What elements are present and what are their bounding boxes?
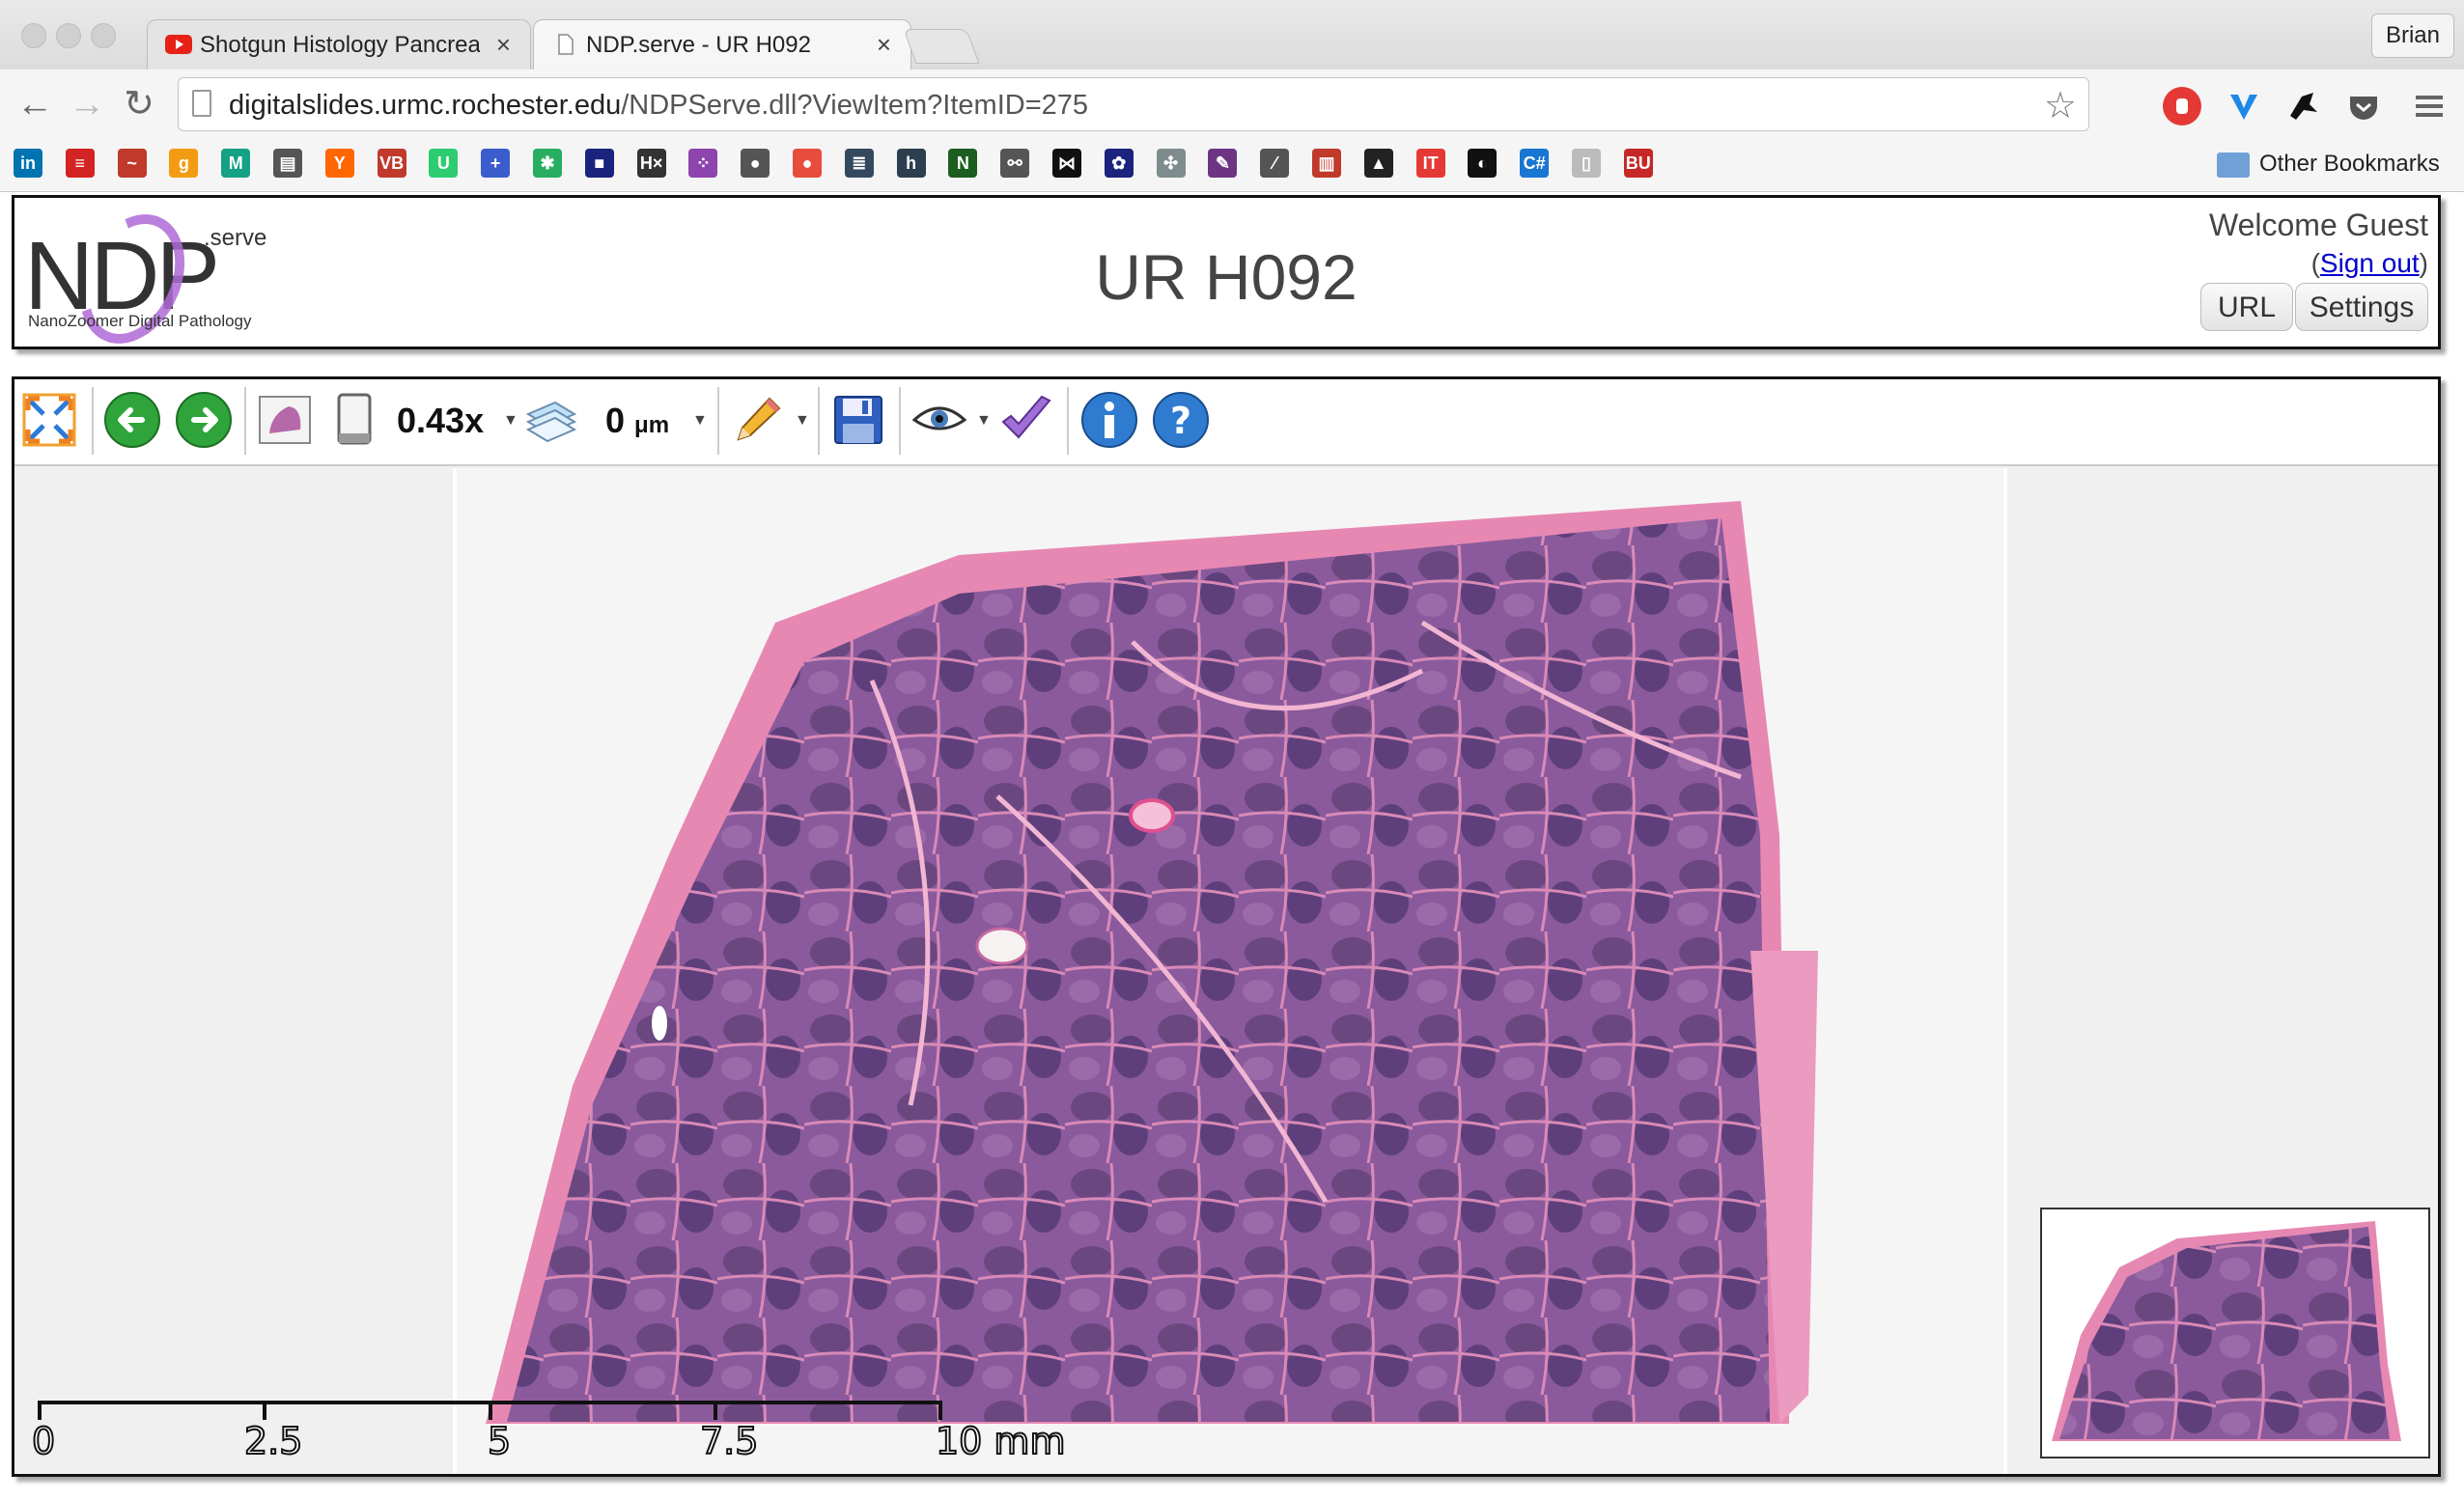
- bookmark-icon[interactable]: ~: [117, 149, 147, 178]
- view-eye-icon[interactable]: [910, 391, 968, 449]
- sign-out-link[interactable]: Sign out: [2320, 248, 2420, 278]
- browser-tab-bar: Shotgun Histology Pancrea × NDP.serve - …: [0, 0, 2464, 69]
- bookmark-icon[interactable]: Y: [324, 149, 354, 178]
- bookmark-icon[interactable]: ✿: [1104, 149, 1134, 178]
- url-text: digitalslides.urmc.rochester.edu/NDPServ…: [229, 90, 1089, 121]
- bookmark-icon[interactable]: ⋈: [1052, 149, 1081, 178]
- back-arrow-icon[interactable]: ←: [14, 83, 56, 125]
- pocket-icon[interactable]: [2344, 87, 2383, 125]
- bookmark-icon[interactable]: VB: [377, 149, 406, 178]
- view-dropdown-caret-icon[interactable]: ▼: [976, 412, 992, 430]
- bookmark-icon[interactable]: ✣: [1156, 149, 1186, 178]
- bookmark-icon[interactable]: N: [948, 149, 978, 178]
- close-tab-icon[interactable]: ×: [496, 30, 511, 60]
- bookmarks-bar: Other Bookmarks in ≡ ~ g M ▤ Y VB U + ✱ ■ H× ⁘ ● ● ≣ h N ⚯ ⋈…: [0, 141, 2464, 192]
- bookmark-icon[interactable]: ▲: [1363, 149, 1393, 178]
- close-window-button[interactable]: [21, 23, 46, 48]
- bookmark-icon[interactable]: ✱: [533, 149, 562, 178]
- minimize-window-button[interactable]: [56, 23, 81, 48]
- tab-title: Shotgun Histology Pancrea: [200, 32, 480, 58]
- bookmark-icon[interactable]: +: [481, 149, 511, 178]
- focus-depth[interactable]: 0 μm: [605, 401, 669, 441]
- info-icon[interactable]: [1080, 391, 1138, 449]
- bookmark-icon[interactable]: ⁄: [1260, 149, 1290, 178]
- reload-icon[interactable]: ↻: [118, 83, 160, 125]
- back-arrow-icon[interactable]: [103, 391, 161, 449]
- profile-button[interactable]: Brian: [2370, 14, 2454, 58]
- forward-arrow-icon[interactable]: [175, 391, 233, 449]
- depth-dropdown-caret-icon[interactable]: ▼: [692, 412, 708, 430]
- page-header: NDP .serve NanoZoomer Digital Pathology …: [12, 195, 2441, 361]
- annotation-dropdown-caret-icon[interactable]: ▼: [795, 412, 810, 430]
- overview-minimap[interactable]: [2040, 1208, 2430, 1458]
- bookmark-icon[interactable]: ⚯: [1000, 149, 1030, 178]
- url-button[interactable]: URL: [2200, 283, 2293, 331]
- zoom-window-button[interactable]: [91, 23, 116, 48]
- slide-viewer: 0.43x ▼ 0 μm ▼ ▼ ▼ ? 0 2.5 5 7.5 10 mm: [12, 376, 2441, 1477]
- page-icon: [192, 90, 211, 117]
- bookmark-icon[interactable]: BU: [1623, 149, 1653, 178]
- zoom-level[interactable]: 0.43x: [397, 401, 484, 441]
- bookmark-icon[interactable]: H×: [636, 149, 666, 178]
- bookmark-star-icon[interactable]: ☆: [2044, 84, 2077, 127]
- bookmark-icon[interactable]: ≣: [844, 149, 874, 178]
- bookmark-icon[interactable]: ●: [793, 149, 822, 178]
- focus-layers-icon[interactable]: [522, 391, 580, 449]
- browser-toolbar: ← → ↻ digitalslides.urmc.rochester.edu/N…: [0, 69, 2464, 141]
- extension-bird-icon[interactable]: [2284, 87, 2323, 125]
- bookmark-icon[interactable]: h: [896, 149, 926, 178]
- zoom-dropdown-caret-icon[interactable]: ▼: [503, 412, 518, 430]
- save-icon[interactable]: [829, 391, 887, 449]
- slide-label-icon[interactable]: [325, 391, 383, 449]
- scale-label: 2.5: [243, 1419, 303, 1463]
- scale-label: 7.5: [699, 1419, 759, 1463]
- bookmark-icon[interactable]: ✎: [1208, 149, 1238, 178]
- tab-shotgun-histology[interactable]: Shotgun Histology Pancrea ×: [147, 19, 531, 69]
- annotation-pencil-icon[interactable]: [729, 391, 787, 449]
- help-icon[interactable]: ?: [1152, 391, 1210, 449]
- menu-icon[interactable]: [2410, 87, 2449, 125]
- bookmark-icon[interactable]: ⁘: [688, 149, 718, 178]
- bookmark-icon[interactable]: g: [169, 149, 199, 178]
- checkmark-icon[interactable]: [997, 391, 1055, 449]
- bookmark-icon[interactable]: in: [14, 149, 42, 178]
- scale-bar: 0 2.5 5 7.5 10 mm: [28, 1393, 1090, 1470]
- slide-image[interactable]: [457, 468, 2003, 1474]
- other-bookmarks-button[interactable]: Other Bookmarks: [2259, 151, 2440, 178]
- scale-label: 0: [31, 1419, 56, 1463]
- bookmark-icon[interactable]: ≡: [65, 149, 95, 178]
- bookmark-icon[interactable]: ◐: [1468, 149, 1498, 178]
- viewer-toolbar: 0.43x ▼ 0 μm ▼ ▼ ▼ ?: [14, 379, 2438, 466]
- close-tab-icon[interactable]: ×: [877, 30, 891, 60]
- slide-thumbnail-icon[interactable]: [256, 391, 314, 449]
- vimium-icon[interactable]: [2225, 87, 2263, 125]
- welcome-text: Welcome Guest: [2208, 208, 2428, 242]
- forward-arrow-icon[interactable]: →: [66, 83, 108, 125]
- svg-text:?: ?: [1170, 400, 1191, 442]
- bookmark-icon[interactable]: ▤: [273, 149, 302, 178]
- bookmark-icon[interactable]: ■: [584, 149, 614, 178]
- bookmark-icon[interactable]: ●: [741, 149, 770, 178]
- bookmark-icon[interactable]: U: [429, 149, 459, 178]
- bookmark-icon[interactable]: M: [221, 149, 251, 178]
- bookmark-icon[interactable]: C#: [1520, 149, 1550, 178]
- new-tab-button[interactable]: [903, 29, 980, 64]
- youtube-icon: [165, 34, 192, 55]
- folder-icon: [2217, 153, 2250, 178]
- adblock-icon[interactable]: [2163, 87, 2201, 125]
- address-bar[interactable]: digitalslides.urmc.rochester.edu/NDPServ…: [178, 77, 2089, 131]
- tab-title: NDP.serve - UR H092: [586, 32, 811, 58]
- page-icon: [551, 34, 578, 55]
- settings-button[interactable]: Settings: [2295, 283, 2428, 331]
- bookmark-icon[interactable]: IT: [1415, 149, 1445, 178]
- fit-to-screen-icon[interactable]: [20, 391, 78, 449]
- sign-out-wrapper: (Sign out): [2310, 248, 2428, 278]
- scale-label: 5: [487, 1419, 512, 1463]
- bookmark-icon[interactable]: ▥: [1312, 149, 1341, 178]
- bookmark-icon[interactable]: ▯: [1572, 149, 1601, 178]
- scale-label: 10 mm: [935, 1419, 1066, 1463]
- logo-subtitle: NanoZoomer Digital Pathology: [28, 312, 252, 330]
- page-title: UR H092: [1095, 241, 1358, 313]
- tab-ndp-serve[interactable]: NDP.serve - UR H092 ×: [533, 19, 911, 69]
